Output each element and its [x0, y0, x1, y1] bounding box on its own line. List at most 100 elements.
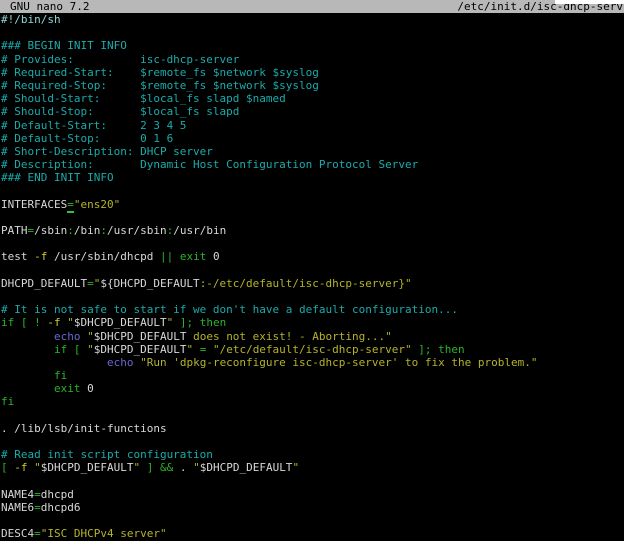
code-line[interactable]: PATH=/sbin:/bin:/usr/sbin:/usr/bin — [0, 224, 624, 237]
code-segment: "ens20" — [74, 198, 120, 211]
code-segment: :-/etc/default/isc-dhcp-server}" — [200, 277, 412, 290]
nano-titlebar: GNU nano 7.2 /etc/init.d/isc-dhcp-serv — [0, 0, 624, 13]
code-line[interactable] — [0, 475, 624, 488]
code-segment: 0 — [206, 250, 219, 263]
code-segment — [173, 250, 180, 263]
code-line[interactable] — [0, 211, 624, 224]
code-segment: # Default-Start: 2 3 4 5 — [1, 119, 186, 132]
code-line[interactable] — [0, 264, 624, 277]
code-segment: = — [87, 277, 94, 290]
code-segment: # Default-Stop: 0 1 6 — [1, 132, 173, 145]
code-line[interactable]: test -f /usr/sbin/dhcpd || exit 0 — [0, 250, 624, 263]
code-line[interactable]: # Short-Description: DHCP server — [0, 145, 624, 158]
code-segment: = — [34, 501, 41, 514]
code-segment — [1, 330, 54, 343]
code-line[interactable] — [0, 435, 624, 448]
code-line[interactable] — [0, 514, 624, 527]
code-line[interactable]: # Description: Dynamic Host Configuratio… — [0, 158, 624, 171]
code-line[interactable]: if [ "$DHCPD_DEFAULT" = "/etc/default/is… — [0, 343, 624, 356]
code-segment: # Required-Stop: $remote_fs $network $sy… — [1, 79, 319, 92]
code-segment: /bin — [74, 224, 101, 237]
code-line[interactable] — [0, 26, 624, 39]
code-segment: DHCPD_DEFAULT — [1, 277, 87, 290]
code-line[interactable]: # Default-Stop: 0 1 6 — [0, 132, 624, 145]
code-segment: || — [160, 250, 173, 263]
code-line[interactable] — [0, 184, 624, 197]
code-line[interactable]: #!/bin/sh — [0, 13, 624, 26]
code-line[interactable]: . /lib/lsb/init-functions — [0, 422, 624, 435]
code-line[interactable]: # Read init script configuration — [0, 448, 624, 461]
code-segment: ]; — [180, 316, 193, 329]
cursor: = — [67, 198, 74, 213]
code-line[interactable]: INTERFACES="ens20" — [0, 198, 624, 211]
code-segment: if — [54, 343, 67, 356]
code-segment — [14, 316, 21, 329]
code-line[interactable]: # Should-Stop: $local_fs slapd — [0, 105, 624, 118]
code-segment: exit — [54, 382, 81, 395]
code-segment: " — [87, 330, 94, 343]
editor-area[interactable]: #!/bin/sh ### BEGIN INIT INFO# Provides:… — [0, 13, 624, 541]
code-line[interactable]: ### BEGIN INIT INFO — [0, 39, 624, 52]
code-segment — [1, 382, 54, 395]
code-segment: 0 — [80, 382, 93, 395]
code-line[interactable] — [0, 409, 624, 422]
code-segment: ### END INIT INFO — [1, 171, 114, 184]
code-segment: # Short-Description: DHCP server — [1, 145, 213, 158]
code-segment: test — [1, 250, 34, 263]
code-segment: then — [438, 343, 465, 356]
code-line[interactable] — [0, 237, 624, 250]
code-line[interactable]: [ -f "$DHCPD_DEFAULT" ] && . "$DHCPD_DEF… — [0, 461, 624, 474]
code-line[interactable]: fi — [0, 369, 624, 382]
code-segment: /usr/sbin — [107, 224, 167, 237]
code-segment — [173, 316, 180, 329]
code-segment: = — [34, 488, 41, 501]
code-segment: $DHCPD_DEFAULT — [41, 461, 134, 474]
code-segment — [206, 343, 213, 356]
code-segment: . /lib/lsb/init-functions — [1, 422, 167, 435]
code-segment: " — [87, 343, 94, 356]
code-segment: " — [193, 461, 200, 474]
code-line[interactable]: echo "$DHCPD_DEFAULT does not exist! - A… — [0, 330, 624, 343]
code-segment: NAME4 — [1, 488, 34, 501]
code-segment: " — [34, 461, 41, 474]
code-line[interactable]: # Provides: isc-dhcp-server — [0, 53, 624, 66]
code-line[interactable]: exit 0 — [0, 382, 624, 395]
code-segment: if — [1, 316, 14, 329]
code-segment: "ISC DHCPv4 server" — [41, 527, 167, 540]
code-line[interactable]: NAME4=dhcpd — [0, 488, 624, 501]
code-segment: # Read init script configuration — [1, 448, 213, 461]
code-line[interactable]: # It is not safe to start if we don't ha… — [0, 303, 624, 316]
code-line[interactable]: echo "Run 'dpkg-reconfigure isc-dhcp-ser… — [0, 356, 624, 369]
code-line[interactable]: # Should-Start: $local_fs slapd $named — [0, 92, 624, 105]
code-line[interactable]: DHCPD_DEFAULT="${DHCPD_DEFAULT:-/etc/def… — [0, 277, 624, 290]
code-line[interactable]: # Required-Start: $remote_fs $network $s… — [0, 66, 624, 79]
code-segment: = — [34, 527, 41, 540]
code-segment: $DHCPD_DEFAULT — [200, 461, 293, 474]
code-segment — [153, 461, 160, 474]
code-segment — [67, 343, 74, 356]
code-segment: " — [67, 316, 74, 329]
code-segment: then — [200, 316, 227, 329]
code-line[interactable] — [0, 290, 624, 303]
top-right-white-strip — [555, 0, 624, 4]
code-line[interactable]: ### END INIT INFO — [0, 171, 624, 184]
code-segment — [1, 356, 107, 369]
code-line[interactable]: fi — [0, 395, 624, 408]
code-segment: /usr/bin — [173, 224, 226, 237]
code-segment: : — [67, 224, 74, 237]
code-segment: fi — [1, 395, 14, 408]
code-segment: #!/bin/sh — [1, 13, 61, 26]
code-line[interactable]: if [ ! -f "$DHCPD_DEFAULT" ]; then — [0, 316, 624, 329]
app-title: GNU nano 7.2 — [0, 0, 89, 13]
code-line[interactable]: # Required-Stop: $remote_fs $network $sy… — [0, 79, 624, 92]
code-segment — [193, 316, 200, 329]
code-segment: # Should-Stop: $local_fs slapd — [1, 105, 239, 118]
code-segment: dhcpd — [41, 488, 74, 501]
code-line[interactable]: # Default-Start: 2 3 4 5 — [0, 119, 624, 132]
code-segment: " — [292, 461, 299, 474]
code-segment: && — [160, 461, 173, 474]
code-segment — [1, 369, 54, 382]
code-segment: exit — [180, 250, 207, 263]
code-segment: : — [100, 224, 107, 237]
code-line[interactable]: NAME6=dhcpd6 — [0, 501, 624, 514]
